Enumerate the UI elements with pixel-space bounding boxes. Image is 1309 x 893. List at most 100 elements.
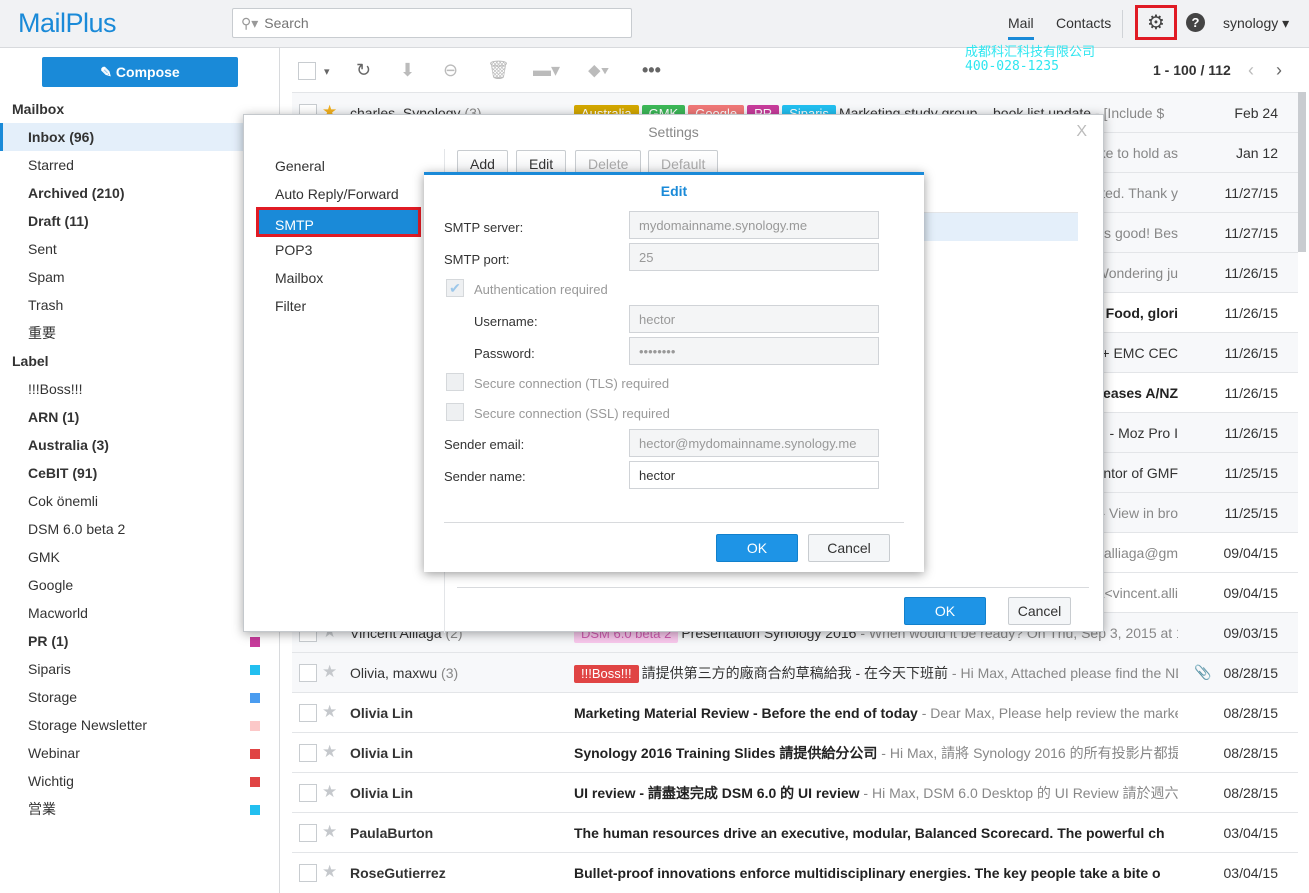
sidebar-item-label[interactable]: PR (1) [0,627,270,655]
archive-icon[interactable]: ⬇ [400,60,415,81]
sidebar-item-mailbox[interactable]: Trash [0,291,270,319]
row-checkbox[interactable] [299,784,317,802]
label-color-swatch [250,805,260,815]
settings-nav-item[interactable]: SMTP [256,207,421,237]
row-checkbox[interactable] [299,824,317,842]
auth-checkbox[interactable]: ✔ [446,279,464,297]
sender-email-input[interactable] [629,429,879,457]
email-row[interactable]: ★ Olivia Lin UI review - 請盡速完成 DSM 6.0 的 U… [292,772,1298,812]
sender-name-input[interactable] [629,461,879,489]
star-icon[interactable]: ★ [322,742,337,762]
sidebar-item-mailbox[interactable]: Draft (11) [0,207,270,235]
settings-cancel-button[interactable]: Cancel [1008,597,1071,625]
settings-nav-item[interactable]: Mailbox [256,263,421,293]
edit-cancel-button[interactable]: Cancel [808,534,890,562]
search-box[interactable]: ⚲▾ [232,8,632,38]
pencil-icon: ✎ [100,63,116,80]
scrollbar[interactable] [1298,92,1306,252]
next-page-icon[interactable]: › [1276,60,1282,81]
subject: UI review - 請盡速完成 DSM 6.0 的 UI review [574,785,860,801]
row-checkbox[interactable] [299,704,317,722]
sidebar-item-mailbox[interactable]: Sent [0,235,270,263]
settings-nav-item[interactable]: Filter [256,291,421,321]
select-all-checkbox[interactable] [298,62,316,80]
settings-nav-item[interactable]: Auto Reply/Forward [256,179,421,209]
sidebar-item-label[interactable]: Australia (3) [0,431,270,459]
compose-button[interactable]: ✎ Compose [42,57,238,87]
sidebar-item-label[interactable]: ARN (1) [0,403,270,431]
search-input[interactable] [264,15,605,31]
tab-mail[interactable]: Mail [1008,15,1034,40]
sidebar-item-label[interactable]: Google [0,571,270,599]
username-input[interactable] [629,305,879,333]
tab-contacts[interactable]: Contacts [1056,15,1111,31]
refresh-icon[interactable]: ↻ [356,60,371,81]
star-icon[interactable]: ★ [322,822,337,842]
sidebar-item-mailbox[interactable]: Starred [0,151,270,179]
subject-fragment: ted. Thank y [1101,185,1178,201]
sidebar-item-mailbox[interactable]: 重要 [0,319,270,347]
user-menu[interactable]: synology ▾ [1223,15,1289,32]
ssl-checkbox[interactable] [446,403,464,421]
smtp-port-input[interactable] [629,243,879,271]
label-name: Cok önemli [28,493,99,509]
settings-nav-item[interactable]: POP3 [256,235,421,265]
spam-icon[interactable]: ⊖ [443,60,458,81]
attachment-icon: 📎 [1194,664,1212,680]
sidebar: ✎ Compose Mailbox Inbox (96) Starred Archi… [0,48,280,893]
email-row[interactable]: ★ Olivia Lin Marketing Material Review - B… [292,692,1298,732]
sidebar-item-label[interactable]: Macworld [0,599,270,627]
sender-email-label: Sender email: [444,437,525,452]
sidebar-item-label[interactable]: CeBIT (91) [0,459,270,487]
subject-line: Marketing Material Review - Before the e… [574,703,1178,725]
password-input[interactable] [629,337,879,365]
subject-fragment: is good! Bes [1100,225,1178,241]
sidebar-item-label[interactable]: Cok önemli [0,487,270,515]
chevron-down-icon[interactable]: ▾ [324,65,330,78]
sidebar-item-label[interactable]: Wichtig [0,767,270,795]
sidebar-item-label[interactable]: Storage Newsletter [0,711,270,739]
subject-line: UI review - 請盡速完成 DSM 6.0 的 UI review - … [574,783,1178,805]
sidebar-item-label[interactable]: !!!Boss!!! [0,375,270,403]
email-row[interactable]: ★ Olivia Lin Synology 2016 Training Slides… [292,732,1298,772]
email-row[interactable]: ★ PaulaBurton The human resources drive an… [292,812,1298,852]
email-row[interactable]: ★ Olivia, maxwu (3) !!!Boss!!! 請提供第三方的廠商合約草… [292,652,1298,692]
folder-icon[interactable]: ▬▾ [533,60,560,81]
email-row[interactable]: ★ RoseGutierrez Bullet-proof innovations e… [292,852,1298,892]
trash-icon[interactable]: 🗑 [487,60,510,81]
sidebar-item-label[interactable]: GMK [0,543,270,571]
row-checkbox[interactable] [299,744,317,762]
more-icon[interactable]: ••• [642,60,661,81]
subject-line: Synology 2016 Training Slides 請提供給分公司 - … [574,743,1178,765]
sidebar-item-mailbox[interactable]: Archived (210) [0,179,270,207]
row-checkbox[interactable] [299,864,317,882]
subject-fragment: Wondering ju [1095,265,1178,281]
sidebar-item-label[interactable]: Webinar [0,739,270,767]
star-icon[interactable]: ★ [322,662,337,682]
star-icon[interactable]: ★ [322,782,337,802]
star-icon[interactable]: ★ [322,862,337,882]
gear-icon[interactable]: ⚙ [1135,5,1177,40]
sidebar-item-label[interactable]: Siparis [0,655,270,683]
help-icon[interactable]: ? [1186,13,1205,32]
sidebar-item-label[interactable]: Storage [0,683,270,711]
sidebar-item-mailbox[interactable]: Inbox (96) [0,123,270,151]
tls-checkbox[interactable] [446,373,464,391]
sidebar-item-label[interactable]: DSM 6.0 beta 2 [0,515,270,543]
subject-fragment: a<vincent.alli [1096,585,1178,601]
sender-name: PaulaBurton [350,825,434,841]
smtp-server-input[interactable] [629,211,879,239]
thread-count: (3) [441,665,459,681]
row-checkbox[interactable] [299,664,317,682]
settings-nav-item[interactable]: General [256,151,421,181]
tag-icon[interactable]: ⬥▾ [588,60,609,81]
settings-ok-button[interactable]: OK [904,597,986,625]
date: 11/26/15 [1224,265,1278,281]
sender-name-label: Sender name: [444,469,526,484]
prev-page-icon[interactable]: ‹ [1248,60,1254,81]
edit-ok-button[interactable]: OK [716,534,798,562]
close-icon[interactable]: X [1076,123,1087,141]
star-icon[interactable]: ★ [322,702,337,722]
sidebar-item-label[interactable]: 営業 [0,795,270,823]
sidebar-item-mailbox[interactable]: Spam [0,263,270,291]
